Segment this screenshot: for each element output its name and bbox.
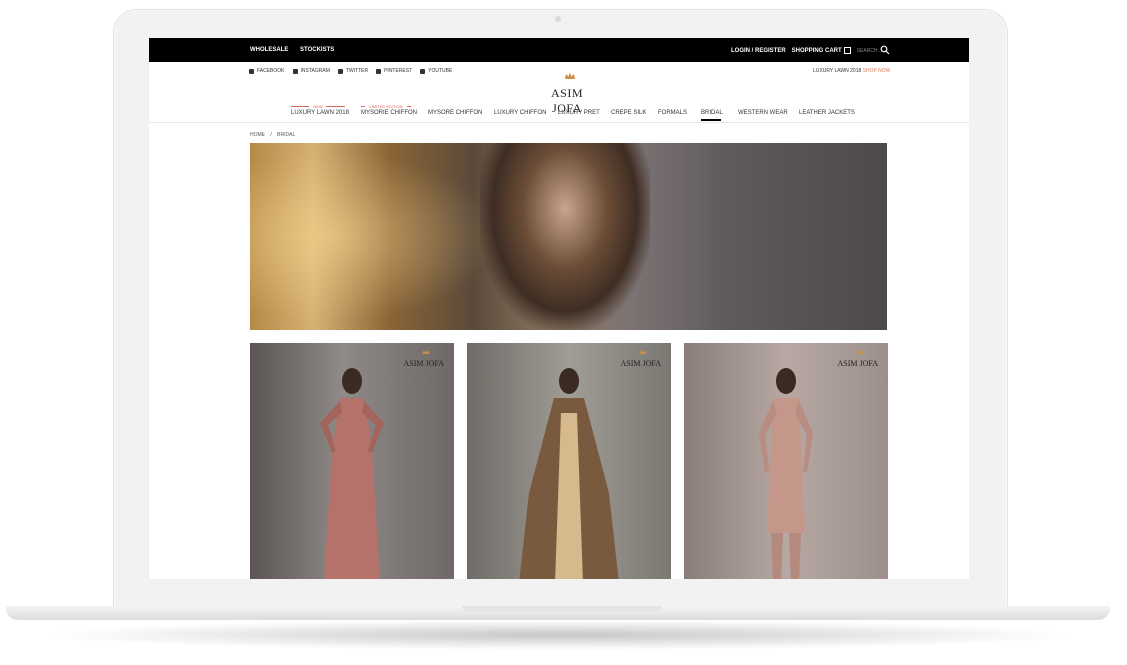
product-card[interactable]: ASIM JOFA xyxy=(250,343,454,579)
instagram-icon xyxy=(292,68,298,74)
social-links: FACEBOOK INSTAGRAM TWITTER PINTEREST YOU… xyxy=(249,68,460,74)
laptop-camera xyxy=(555,16,561,22)
crown-icon xyxy=(856,349,864,354)
product-dress-figure xyxy=(759,368,813,579)
product-dress-figure xyxy=(320,368,384,579)
pinterest-link[interactable]: PINTEREST xyxy=(376,68,412,74)
search-icon[interactable] xyxy=(880,45,890,55)
breadcrumb-separator: / xyxy=(270,132,272,138)
laptop-shadow xyxy=(40,620,1080,650)
nav-active-indicator xyxy=(701,119,721,121)
crown-icon xyxy=(422,349,430,354)
product-logo: ASIM JOFA xyxy=(837,359,878,368)
banner-light xyxy=(250,143,510,330)
nav-mysorie-chiffon[interactable]: MYSORIE CHIFFON xyxy=(361,110,417,116)
nav-mysore-chiffon[interactable]: MYSORE CHIFFON xyxy=(428,110,482,116)
facebook-icon xyxy=(249,68,254,74)
tag-line xyxy=(407,106,411,107)
header-divider xyxy=(149,122,969,123)
twitter-icon xyxy=(337,68,343,74)
product-logo: ASIM JOFA xyxy=(620,359,661,368)
breadcrumb: HOME / BRIDAL xyxy=(250,132,295,138)
facebook-label: FACEBOOK xyxy=(257,68,285,74)
product-card[interactable]: ASIM JOFA xyxy=(684,343,888,579)
wholesale-link[interactable]: WHOLESALE xyxy=(250,47,288,53)
breadcrumb-home[interactable]: HOME xyxy=(250,132,265,138)
tag-line xyxy=(326,106,345,107)
brand-logo[interactable]: ASIM JOFA xyxy=(537,72,597,115)
stockists-link[interactable]: STOCKISTS xyxy=(300,47,334,53)
promo-text: LUXURY LAWN 2018 xyxy=(813,68,862,74)
product-dress-figure xyxy=(519,368,619,579)
breadcrumb-current: BRIDAL xyxy=(277,132,296,138)
twitter-label: TWITTER xyxy=(345,68,369,74)
product-logo: ASIM JOFA xyxy=(403,359,444,368)
nav-luxury-chiffon[interactable]: LUXURY CHIFFON xyxy=(494,110,546,116)
nav-formals[interactable]: FORMALS xyxy=(658,110,687,116)
youtube-label: YOUTUBE xyxy=(428,68,453,74)
main-nav: NEW LIMITED EDITION LUXURY LAWN 2018 MYS… xyxy=(149,104,969,122)
nav-tag-limited: LIMITED EDITION xyxy=(369,104,403,109)
nav-western-wear[interactable]: WESTERN WEAR xyxy=(738,110,788,116)
pinterest-label: PINTEREST xyxy=(384,68,413,74)
promo-banner: LUXURY LAWN 2018 SHOP NOW xyxy=(813,68,890,74)
instagram-link[interactable]: INSTAGRAM xyxy=(292,68,330,74)
youtube-icon xyxy=(420,68,426,74)
instagram-label: INSTAGRAM xyxy=(300,68,330,74)
hero-banner-image[interactable] xyxy=(250,143,887,330)
top-bar: WHOLESALE STOCKISTS LOGIN / REGISTER SHO… xyxy=(149,38,969,62)
shopping-cart-link[interactable]: SHOPPING CART xyxy=(792,48,842,54)
nav-luxury-pret[interactable]: LUXURY PRET xyxy=(558,110,600,116)
laptop-notch xyxy=(462,606,662,612)
shop-now-link[interactable]: SHOP NOW xyxy=(863,68,891,74)
tag-line xyxy=(291,106,309,107)
browser-screen: WHOLESALE STOCKISTS LOGIN / REGISTER SHO… xyxy=(149,38,969,579)
crown-icon xyxy=(639,349,647,354)
youtube-link[interactable]: YOUTUBE xyxy=(420,68,452,74)
nav-luxury-lawn[interactable]: LUXURY LAWN 2018 xyxy=(291,110,349,116)
banner-model xyxy=(480,143,650,330)
nav-crepe-silk[interactable]: CREPE SILK xyxy=(611,110,646,116)
twitter-link[interactable]: TWITTER xyxy=(337,68,369,74)
cart-icon[interactable] xyxy=(843,47,851,54)
nav-leather-jackets[interactable]: LEATHER JACKETS xyxy=(799,110,855,116)
login-register-link[interactable]: LOGIN / REGISTER xyxy=(731,48,786,54)
tag-line xyxy=(361,106,365,107)
pinterest-icon xyxy=(376,68,382,74)
facebook-link[interactable]: FACEBOOK xyxy=(249,68,285,74)
nav-bridal[interactable]: BRIDAL xyxy=(701,110,723,116)
product-card[interactable]: ASIM JOFA xyxy=(467,343,671,579)
crown-icon xyxy=(565,72,575,79)
search-input[interactable] xyxy=(856,46,897,55)
